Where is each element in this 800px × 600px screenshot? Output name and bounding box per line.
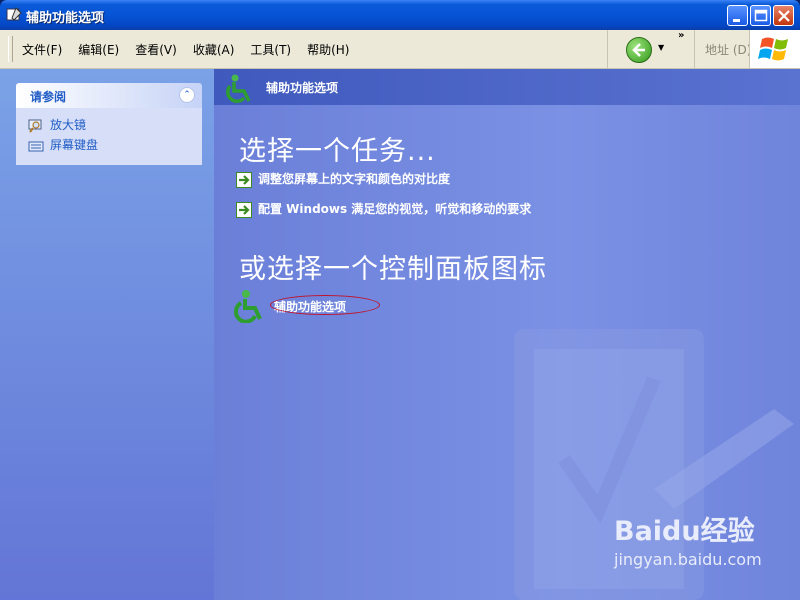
menu-items: 文件(F) 编辑(E) 查看(V) 收藏(A) 工具(T) 帮助(H) bbox=[22, 41, 365, 58]
menu-edit[interactable]: 编辑(E) bbox=[78, 41, 119, 58]
accessibility-icon bbox=[234, 290, 262, 324]
task-adjust-contrast[interactable]: 调整您屏幕上的文字和颜色的对比度 bbox=[236, 170, 450, 188]
baidu-logo: Baidu经验 bbox=[614, 516, 755, 547]
menu-help[interactable]: 帮助(H) bbox=[307, 41, 349, 58]
maximize-icon bbox=[754, 9, 768, 22]
arrow-right-icon bbox=[236, 171, 252, 188]
explorer-window: 辅助功能选项 文件(F) 编辑(E) 查看(V) 收藏(A) 工具(T) 帮助(… bbox=[0, 0, 800, 600]
menu-favorites[interactable]: 收藏(A) bbox=[193, 41, 235, 58]
menu-file[interactable]: 文件(F) bbox=[22, 41, 62, 58]
see-also-title: 请参阅 bbox=[30, 90, 67, 104]
maximize-button[interactable] bbox=[750, 5, 771, 26]
address-label[interactable]: 地址 (D) bbox=[705, 41, 751, 58]
minimize-icon bbox=[733, 19, 740, 22]
close-icon bbox=[778, 10, 790, 22]
link-magnifier[interactable]: 放大镜 bbox=[28, 116, 86, 133]
title-bar[interactable]: 辅助功能选项 bbox=[0, 0, 800, 30]
control-panel-icon bbox=[6, 7, 22, 21]
pick-icon-heading: 或选择一个控制面板图标 bbox=[239, 254, 547, 285]
magnifier-icon bbox=[28, 119, 42, 133]
keyboard-icon bbox=[28, 141, 44, 151]
link-magnifier-label: 放大镜 bbox=[50, 118, 87, 132]
window-title: 辅助功能选项 bbox=[26, 11, 105, 26]
highlight-circle bbox=[270, 295, 380, 315]
pick-task-heading: 选择一个任务... bbox=[239, 136, 436, 167]
task-adjust-contrast-label: 调整您屏幕上的文字和颜色的对比度 bbox=[258, 172, 451, 186]
accessibility-icon bbox=[226, 74, 251, 103]
task-configure-windows-label: 配置 Windows 满足您的视觉，听觉和移动的要求 bbox=[258, 202, 532, 216]
see-also-panel: 请参阅 ⌃ 放大镜 屏幕键盘 bbox=[16, 83, 202, 165]
content-pane: 辅助功能选项 选择一个任务... 调整您屏幕上的文字和颜色的对比度 配置 Win… bbox=[214, 69, 800, 600]
windows-logo-icon bbox=[749, 30, 800, 68]
task-configure-windows[interactable]: 配置 Windows 满足您的视觉，听觉和移动的要求 bbox=[236, 200, 531, 218]
menu-bar: 文件(F) 编辑(E) 查看(V) 收藏(A) 工具(T) 帮助(H) ▼ » … bbox=[0, 30, 800, 69]
arrow-right-icon bbox=[236, 201, 252, 218]
toolbar-chevron[interactable]: » bbox=[678, 30, 684, 41]
link-onscreen-keyboard[interactable]: 屏幕键盘 bbox=[28, 136, 98, 153]
navigation-toolbar: ▼ » bbox=[607, 30, 694, 68]
baidu-watermark: Baidu经验 jingyan.baidu.com bbox=[614, 509, 762, 569]
control-panel-item-accessibility[interactable]: 辅助功能选项 bbox=[234, 289, 380, 326]
back-arrow-icon bbox=[632, 43, 645, 57]
minimize-button[interactable] bbox=[727, 5, 748, 26]
task-pane: 请参阅 ⌃ 放大镜 屏幕键盘 bbox=[0, 69, 214, 600]
content-header: 辅助功能选项 bbox=[214, 69, 800, 105]
toolbar-grip[interactable] bbox=[8, 36, 13, 62]
baidu-url: jingyan.baidu.com bbox=[614, 550, 762, 569]
collapse-icon[interactable]: ⌃ bbox=[179, 87, 195, 103]
back-button[interactable] bbox=[626, 37, 652, 63]
close-button[interactable] bbox=[773, 5, 794, 26]
see-also-body: 放大镜 屏幕键盘 bbox=[16, 108, 202, 165]
content-header-title: 辅助功能选项 bbox=[266, 81, 339, 95]
link-onscreen-keyboard-label: 屏幕键盘 bbox=[50, 138, 99, 152]
menu-tools[interactable]: 工具(T) bbox=[250, 41, 291, 58]
address-bar: 地址 (D) bbox=[694, 30, 751, 68]
back-dropdown-icon[interactable]: ▼ bbox=[658, 43, 664, 52]
menu-view[interactable]: 查看(V) bbox=[135, 41, 177, 58]
see-also-header[interactable]: 请参阅 ⌃ bbox=[16, 83, 202, 108]
